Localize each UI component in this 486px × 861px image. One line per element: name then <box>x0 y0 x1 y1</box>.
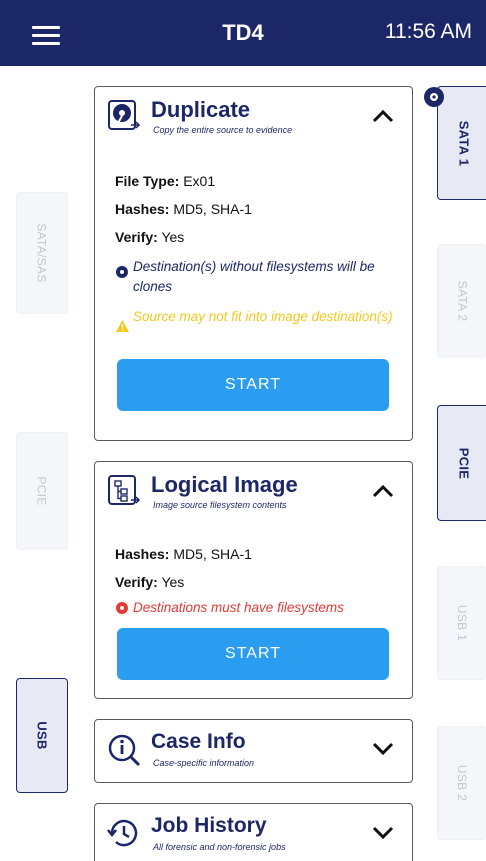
hashes-value: MD5, SHA-1 <box>169 546 252 562</box>
verify-row: Verify: Yes <box>115 229 184 245</box>
tab-label: SATA 1 <box>456 120 471 166</box>
error-message-text: Destinations must have filesystems <box>133 600 344 615</box>
duplicate-start-button[interactable]: START <box>117 359 389 411</box>
history-icon <box>107 819 138 847</box>
drive-badge-icon <box>116 266 128 278</box>
error-message: Destinations must have filesystems <box>115 598 405 618</box>
tab-label: USB 1 <box>455 604 469 642</box>
file-type-value: Ex01 <box>179 173 216 189</box>
info-icon <box>108 734 141 767</box>
logical-image-card: Logical Image Image source filesystem co… <box>94 461 413 699</box>
info-message-text: Destination(s) without filesystems will … <box>133 259 375 294</box>
card-title: Duplicate <box>151 97 251 122</box>
tab-usb[interactable]: USB <box>16 678 68 793</box>
tab-label: USB 2 <box>455 764 469 802</box>
tab-label: PCIE <box>455 447 471 479</box>
app-header: TD4 11:56 AM <box>0 0 486 66</box>
tab-label: PCIE <box>35 476 49 506</box>
case-info-card[interactable]: Case Info Case-specific information <box>94 719 413 783</box>
warning-message-text: Source may not fit into image destinatio… <box>133 309 393 324</box>
file-type-label: File Type: <box>115 173 180 189</box>
error-icon <box>116 602 128 614</box>
hashes-label: Hashes: <box>115 201 170 217</box>
verify-value: Yes <box>157 229 185 245</box>
tab-usb-2[interactable]: USB 2 <box>437 726 486 840</box>
tab-label: USB <box>34 721 50 750</box>
warning-message: Source may not fit into image destinatio… <box>115 307 405 332</box>
logical-image-start-button[interactable]: START <box>117 628 389 680</box>
tab-sata-sas[interactable]: SATA/SAS <box>16 192 68 314</box>
info-message: Destination(s) without filesystems will … <box>115 257 405 297</box>
chevron-up-icon[interactable] <box>372 109 394 123</box>
verify-value: Yes <box>157 574 185 590</box>
tab-pcie-right[interactable]: PCIE <box>437 405 486 521</box>
card-subtitle: All forensic and non-forensic jobs <box>153 842 286 852</box>
hashes-value: MD5, SHA-1 <box>169 201 252 217</box>
drive-badge-icon <box>424 87 444 107</box>
verify-label: Verify: <box>115 574 158 590</box>
hashes-label: Hashes: <box>115 546 170 562</box>
tab-label: SATA 2 <box>455 280 469 322</box>
card-title: Job History <box>151 814 267 837</box>
chevron-down-icon[interactable] <box>372 742 394 756</box>
tab-usb-1[interactable]: USB 1 <box>437 566 486 680</box>
card-subtitle: Image source filesystem contents <box>153 500 287 510</box>
warning-icon <box>116 320 129 332</box>
duplicate-card-header[interactable]: Duplicate Copy the entire source to evid… <box>95 87 412 147</box>
hashes-row: Hashes: MD5, SHA-1 <box>115 546 252 562</box>
job-history-card[interactable]: Job History All forensic and non-forensi… <box>94 803 413 861</box>
chevron-up-icon[interactable] <box>372 484 394 498</box>
file-type-row: File Type: Ex01 <box>115 173 215 189</box>
tab-pcie-left[interactable]: PCIE <box>16 432 68 550</box>
verify-label: Verify: <box>115 229 158 245</box>
duplicate-card: Duplicate Copy the entire source to evid… <box>94 86 413 441</box>
logical-image-card-header[interactable]: Logical Image Image source filesystem co… <box>95 462 412 522</box>
card-title: Logical Image <box>151 472 298 497</box>
tree-icon <box>108 475 141 505</box>
hashes-row: Hashes: MD5, SHA-1 <box>115 201 252 217</box>
verify-row: Verify: Yes <box>115 574 184 590</box>
card-subtitle: Copy the entire source to evidence <box>153 125 293 135</box>
disk-icon <box>108 100 141 130</box>
card-title: Case Info <box>151 730 246 753</box>
card-subtitle: Case-specific information <box>153 758 255 768</box>
tab-sata-2[interactable]: SATA 2 <box>437 244 486 358</box>
clock: 11:56 AM <box>384 20 472 43</box>
tab-label: SATA/SAS <box>35 223 49 283</box>
chevron-down-icon[interactable] <box>372 826 394 840</box>
